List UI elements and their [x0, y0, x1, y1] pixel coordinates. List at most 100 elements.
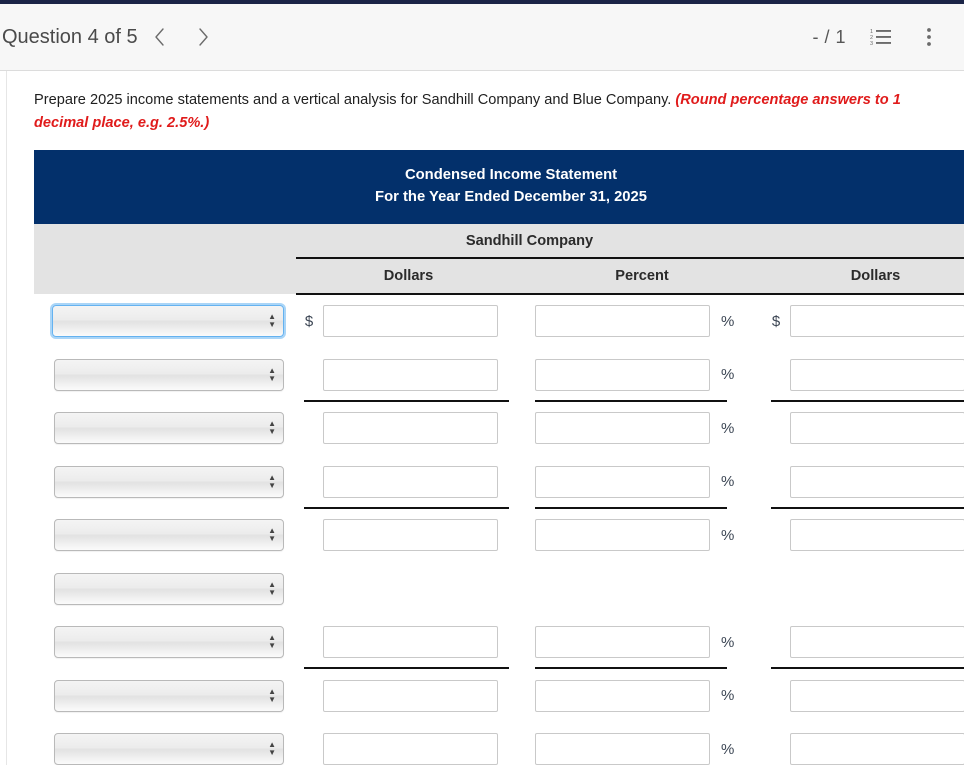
dollars-2-inner: $ — [763, 402, 964, 456]
statement-row: ▲▼ $% $ — [34, 348, 964, 402]
dollars-1-input-row-9[interactable] — [323, 733, 498, 765]
dollars-2-inner: $ — [763, 455, 964, 509]
percent-1-input-row-9[interactable] — [535, 733, 710, 765]
percent-1-input-row-4[interactable] — [535, 465, 710, 498]
empty-cell — [763, 562, 964, 616]
account-line-select-1[interactable] — [52, 304, 284, 337]
dollars-1-inner: $ — [296, 509, 521, 563]
dollars-2-input-row-7[interactable] — [790, 626, 964, 659]
percent-sign-label: % — [721, 366, 735, 384]
percent-1-input-row-7[interactable] — [535, 626, 710, 659]
dollars-1-cell: $ — [296, 509, 521, 563]
row-label-cell: ▲ ▼ — [34, 455, 296, 509]
dollars-2-inner: $ — [763, 723, 964, 765]
account-line-select-4[interactable] — [54, 465, 284, 498]
empty-cell — [521, 562, 763, 616]
account-line-select-7[interactable] — [54, 626, 284, 659]
dollars-1-input-row-2[interactable] — [323, 358, 498, 391]
percent-1-inner: % — [521, 348, 763, 402]
percent-1-input-row-1[interactable] — [535, 305, 710, 338]
row-label-select-wrapper: ▲ ▼ — [34, 562, 296, 616]
row-label-select-holder: ▲ ▼ — [54, 358, 284, 391]
dollars-1-input-row-3[interactable] — [323, 412, 498, 445]
dollars-2-input-row-5[interactable] — [790, 519, 964, 552]
company-2-header — [763, 223, 964, 259]
percent-1-cell: % — [521, 723, 763, 765]
account-line-select-9[interactable] — [54, 733, 284, 765]
percent-1-cell: % — [521, 509, 763, 563]
percent-1-input-row-5[interactable] — [535, 519, 710, 552]
percent-1-input-row-8[interactable] — [535, 679, 710, 712]
dollars-1-input-row-8[interactable] — [323, 679, 498, 712]
company-1-header: Sandhill Company — [296, 223, 763, 259]
statement-rows-body: ▲▼ $% $ ▲▼ $% $ ▲▼ $% $ ▲▼ $% $ ▲▼ $% $ ▲▼ ▲▼ $% $ ▲▼ $% $ ▲▼ $… — [34, 294, 964, 765]
dollars-2-input-row-1[interactable] — [790, 305, 964, 338]
dollars-1-cell — [296, 562, 521, 616]
account-line-select-6[interactable] — [54, 572, 284, 605]
more-options-button[interactable] — [916, 24, 942, 50]
dollars-2-input-row-9[interactable] — [790, 733, 964, 765]
row-label-select-wrapper: ▲ ▼ — [34, 348, 296, 402]
dollars-1-input-row-5[interactable] — [323, 519, 498, 552]
account-line-select-2[interactable] — [54, 358, 284, 391]
dollars-1-input-row-7[interactable] — [323, 626, 498, 659]
question-list-button[interactable]: 1 2 3 — [868, 24, 894, 50]
row-label-select-holder: ▲ ▼ — [54, 626, 284, 659]
row-label-select-holder: ▲ ▼ — [54, 572, 284, 605]
dollars-1-cell: $ — [296, 669, 521, 723]
dollars-1-inner: $ — [296, 723, 521, 765]
dollars-1-cell: $ — [296, 455, 521, 509]
row-label-select-holder: ▲ ▼ — [54, 733, 284, 765]
dollars-2-input-row-3[interactable] — [790, 412, 964, 445]
percent-1-cell: % — [521, 348, 763, 402]
chevron-right-icon — [199, 28, 208, 46]
row-label-select-wrapper: ▲ ▼ — [34, 455, 296, 509]
percent-1-inner: % — [521, 509, 763, 563]
statement-row: ▲▼ $% $ — [34, 616, 964, 670]
row-label-cell: ▲ ▼ — [34, 669, 296, 723]
dollars-2-cell: $ — [763, 669, 964, 723]
empty-cell — [296, 562, 521, 616]
income-statement-table-wrapper: Condensed Income Statement For the Year … — [34, 150, 964, 765]
statement-row: ▲▼ $% $ — [34, 669, 964, 723]
dollars-2-cell: $ — [763, 294, 964, 349]
dollars-1-inner: $ — [296, 348, 521, 402]
dollars-2-cell — [763, 562, 964, 616]
dollars-2-input-row-8[interactable] — [790, 679, 964, 712]
previous-question-button[interactable] — [138, 15, 182, 59]
dollars-2-cell: $ — [763, 455, 964, 509]
percent-1-inner: % — [521, 723, 763, 765]
row-label-select-wrapper: ▲ ▼ — [34, 509, 296, 563]
account-line-select-3[interactable] — [54, 412, 284, 445]
percent-1-inner: % — [521, 295, 763, 349]
percent-1-input-row-2[interactable] — [535, 358, 710, 391]
company-header-row: Sandhill Company — [34, 223, 964, 259]
next-question-button[interactable] — [182, 15, 226, 59]
percent-1-cell: % — [521, 616, 763, 670]
dollars-2-input-row-4[interactable] — [790, 465, 964, 498]
income-statement-table: Condensed Income Statement For the Year … — [34, 150, 964, 765]
dollars-1-cell: $ — [296, 348, 521, 402]
dollars-1-inner: $ — [296, 669, 521, 723]
dollars-2-inner: $ — [763, 616, 964, 670]
question-body: Prepare 2025 income statements and a ver… — [6, 71, 964, 765]
dollars-1-cell: $ — [296, 402, 521, 456]
percent-1-cell — [521, 562, 763, 616]
dollars-1-cell: $ — [296, 294, 521, 349]
dollars-2-inner: $ — [763, 295, 964, 349]
row-label-select-holder: ▲ ▼ — [54, 465, 284, 498]
dollars-2-cell: $ — [763, 348, 964, 402]
percent-sign-label: % — [721, 473, 735, 491]
row-label-select-wrapper: ▲ ▼ — [34, 402, 296, 456]
percent-1-input-row-3[interactable] — [535, 412, 710, 445]
column-header-row: Dollars Percent Dollars — [34, 257, 964, 295]
percent-1-cell: % — [521, 669, 763, 723]
dollars-1-inner: $ — [296, 295, 521, 349]
dollars-1-input-row-4[interactable] — [323, 465, 498, 498]
row-label-cell: ▲ ▼ — [34, 348, 296, 402]
dollars-2-input-row-2[interactable] — [790, 358, 964, 391]
dollars-1-input-row-1[interactable] — [323, 305, 498, 338]
instruction-text: Prepare 2025 income statements and a ver… — [7, 71, 964, 134]
account-line-select-5[interactable] — [54, 519, 284, 552]
account-line-select-8[interactable] — [54, 679, 284, 712]
